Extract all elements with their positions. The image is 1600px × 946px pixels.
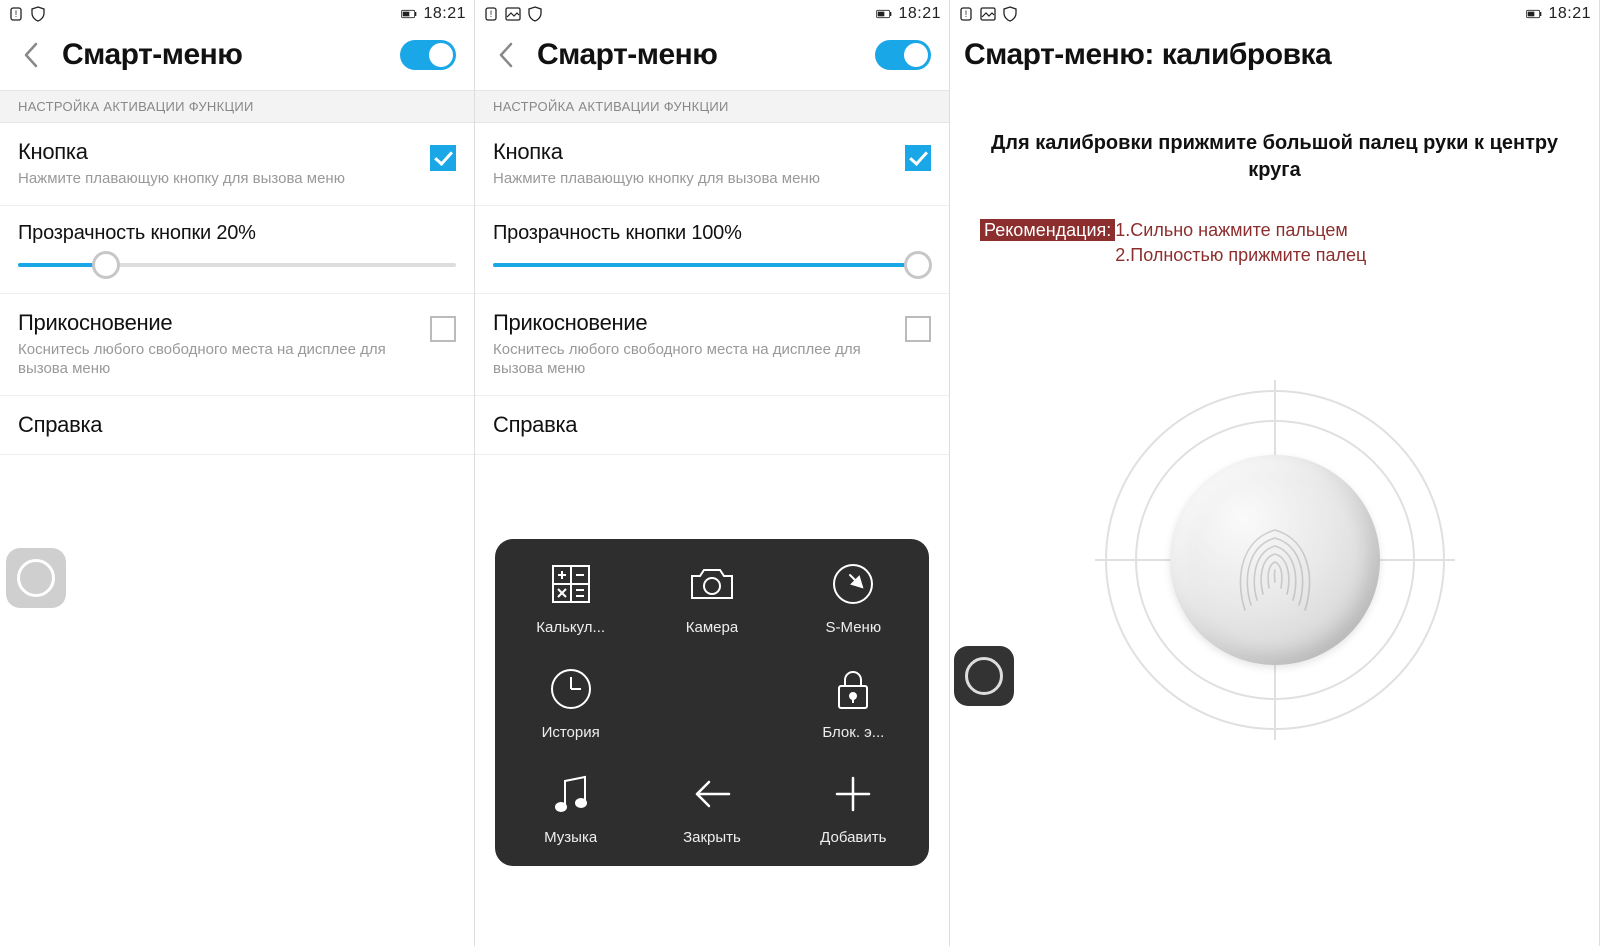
master-toggle[interactable] — [875, 40, 931, 70]
row-opacity-slider: Прозрачность кнопки 20% — [0, 206, 474, 294]
battery-icon — [876, 6, 892, 22]
panel-item-smenu[interactable]: S-Меню — [788, 559, 919, 636]
panel-label: Добавить — [820, 829, 886, 846]
recommendation-tag: Рекомендация: — [980, 219, 1115, 241]
recommendation-2: 2.Полностью прижмите палец — [1115, 245, 1366, 265]
panel-label: S-Меню — [826, 619, 882, 636]
row-title: Прикосновение — [18, 310, 430, 336]
status-bar: ! 18:21 — [950, 0, 1599, 28]
checkbox-button[interactable] — [430, 145, 456, 171]
slider-label: Прозрачность кнопки 100% — [493, 222, 931, 245]
sim-icon: ! — [8, 6, 24, 22]
shield-icon — [527, 6, 543, 22]
battery-icon — [401, 6, 417, 22]
row-title: Справка — [493, 412, 931, 438]
section-label: НАСТРОЙКА АКТИВАЦИИ ФУНКЦИИ — [475, 90, 949, 123]
status-time: 18:21 — [898, 5, 941, 23]
page-title: Смарт-меню: калибровка — [964, 38, 1331, 72]
floating-smart-button[interactable] — [6, 548, 66, 608]
clock-icon — [546, 664, 596, 714]
status-time: 18:21 — [1548, 5, 1591, 23]
row-subtitle: Нажмите плавающую кнопку для вызова меню — [493, 169, 905, 189]
panel-item-camera[interactable]: Камера — [646, 559, 777, 636]
row-subtitle: Коснитесь любого свободного места на дис… — [18, 340, 430, 379]
panel-item-add[interactable]: Добавить — [788, 769, 919, 846]
header: Смарт-меню — [0, 28, 474, 90]
gallery-icon — [980, 6, 996, 22]
header: Смарт-меню — [475, 28, 949, 90]
sim-icon: ! — [958, 6, 974, 22]
calibration-instruction: Для калибровки прижмите большой палец ру… — [950, 90, 1599, 194]
shield-icon — [1002, 6, 1018, 22]
checkbox-touch[interactable] — [430, 316, 456, 342]
calibration-target[interactable] — [1105, 390, 1445, 730]
fingerprint-icon[interactable] — [1170, 455, 1380, 665]
back-button[interactable] — [18, 42, 44, 68]
slider-label: Прозрачность кнопки 20% — [18, 222, 456, 245]
row-title: Справка — [18, 412, 456, 438]
panel-label: История — [542, 724, 600, 741]
recommendation-1: 1.Сильно нажмите пальцем — [1115, 220, 1348, 240]
svg-text:!: ! — [490, 9, 493, 19]
row-title: Прикосновение — [493, 310, 905, 336]
row-opacity-slider: Прозрачность кнопки 100% — [475, 206, 949, 294]
camera-icon — [687, 559, 737, 609]
row-help[interactable]: Справка — [475, 396, 949, 455]
smenu-icon — [828, 559, 878, 609]
panel-item-music[interactable]: Музыка — [505, 769, 636, 846]
opacity-slider[interactable] — [493, 263, 931, 267]
status-bar: ! 18:21 — [475, 0, 949, 28]
calculator-icon — [546, 559, 596, 609]
screen-1: ! 18:21 Смарт-меню НАСТРОЙКА АКТИВАЦИИ Ф… — [0, 0, 475, 946]
section-label: НАСТРОЙКА АКТИВАЦИИ ФУНКЦИИ — [0, 90, 474, 123]
music-icon — [546, 769, 596, 819]
row-button-activation[interactable]: Кнопка Нажмите плавающую кнопку для вызо… — [0, 123, 474, 206]
row-subtitle: Нажмите плавающую кнопку для вызова меню — [18, 169, 430, 189]
panel-item-lock[interactable]: Блок. э... — [788, 664, 919, 741]
sim-icon: ! — [483, 6, 499, 22]
arrow-left-icon — [687, 769, 737, 819]
floating-smart-button[interactable] — [954, 646, 1014, 706]
panel-label: Камера — [686, 619, 738, 636]
row-touch-activation[interactable]: Прикосновение Коснитесь любого свободног… — [475, 294, 949, 396]
battery-icon — [1526, 6, 1542, 22]
panel-label: Музыка — [544, 829, 597, 846]
checkbox-touch[interactable] — [905, 316, 931, 342]
panel-item-close[interactable]: Закрыть — [646, 769, 777, 846]
status-bar: ! 18:21 — [0, 0, 474, 28]
screen-2: ! 18:21 Смарт-меню НАСТРОЙКА АКТИВАЦИИ Ф… — [475, 0, 950, 946]
row-title: Кнопка — [493, 139, 905, 165]
panel-label: Блок. э... — [822, 724, 884, 741]
header: Смарт-меню: калибровка — [950, 28, 1599, 90]
svg-text:!: ! — [15, 9, 18, 19]
shield-icon — [30, 6, 46, 22]
screen-3: ! 18:21 Смарт-меню: калибровка Для калиб… — [950, 0, 1600, 946]
svg-text:!: ! — [965, 9, 968, 19]
status-time: 18:21 — [423, 5, 466, 23]
opacity-slider[interactable] — [18, 263, 456, 267]
row-help[interactable]: Справка — [0, 396, 474, 455]
checkbox-button[interactable] — [905, 145, 931, 171]
panel-label: Калькул... — [536, 619, 605, 636]
slider-thumb[interactable] — [904, 251, 932, 279]
smart-menu-panel: Калькул... Камера S-Меню История — [495, 539, 929, 866]
page-title: Смарт-меню — [537, 38, 717, 72]
back-button[interactable] — [493, 42, 519, 68]
row-subtitle: Коснитесь любого свободного места на дис… — [493, 340, 905, 379]
panel-item-calculator[interactable]: Калькул... — [505, 559, 636, 636]
plus-icon — [828, 769, 878, 819]
lock-icon — [828, 664, 878, 714]
master-toggle[interactable] — [400, 40, 456, 70]
row-title: Кнопка — [18, 139, 430, 165]
row-touch-activation[interactable]: Прикосновение Коснитесь любого свободног… — [0, 294, 474, 396]
panel-item-history[interactable]: История — [505, 664, 636, 741]
calibration-recommendations: Рекомендация:1.Сильно нажмите пальцем Ре… — [950, 194, 1599, 268]
gallery-icon — [505, 6, 521, 22]
row-button-activation[interactable]: Кнопка Нажмите плавающую кнопку для вызо… — [475, 123, 949, 206]
panel-label: Закрыть — [683, 829, 741, 846]
page-title: Смарт-меню — [62, 38, 242, 72]
slider-thumb[interactable] — [92, 251, 120, 279]
